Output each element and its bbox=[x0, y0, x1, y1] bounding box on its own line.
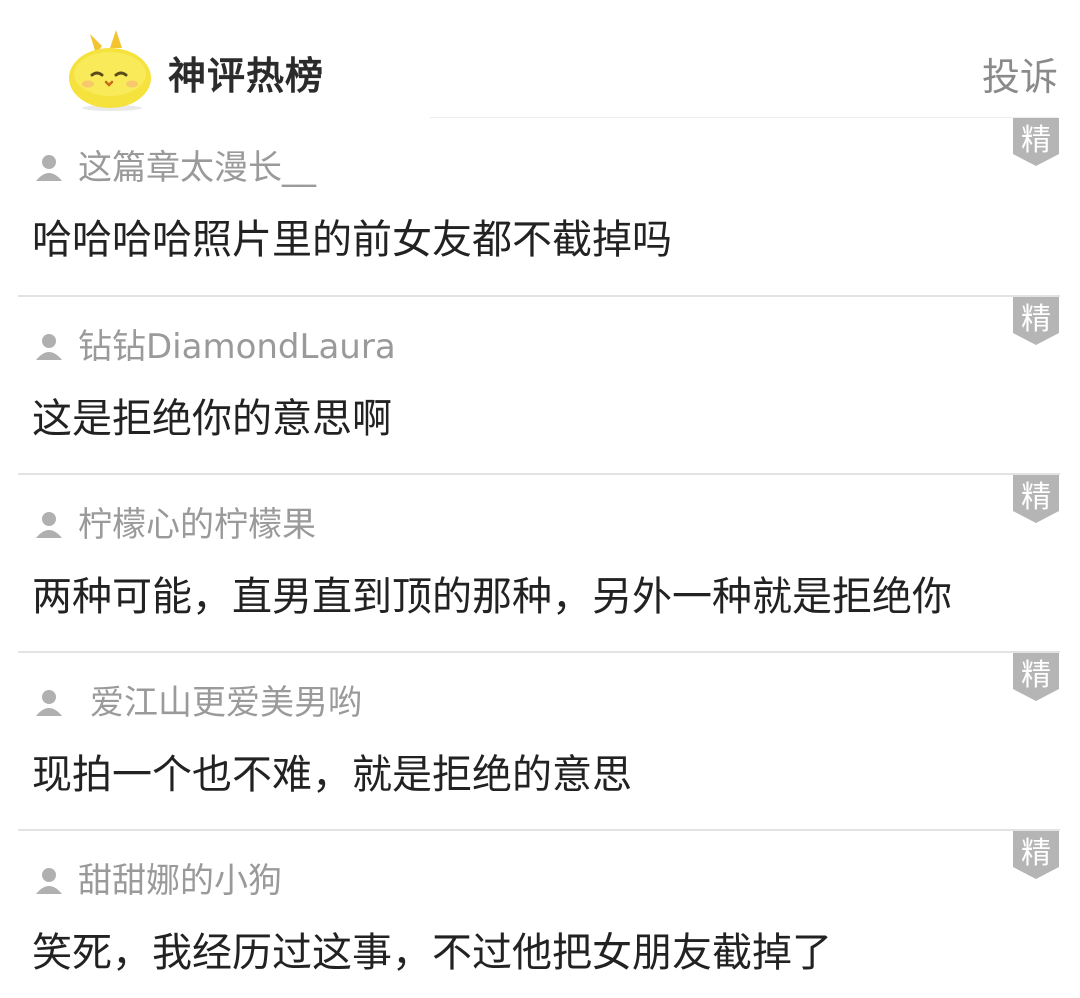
brand-title: 神评热榜 bbox=[168, 54, 325, 98]
svg-text:精: 精 bbox=[1021, 302, 1051, 337]
username: 爱江山更爱美男哟 bbox=[90, 683, 362, 723]
username: 这篇章太漫长__ bbox=[78, 148, 316, 188]
header: 神评热榜 投诉 bbox=[0, 0, 1080, 118]
svg-text:精: 精 bbox=[1021, 836, 1051, 871]
comment-text: 现拍一个也不难，就是拒绝的意思 bbox=[32, 752, 632, 798]
report-button[interactable]: 投诉 bbox=[982, 50, 1058, 104]
svg-text:精: 精 bbox=[1021, 480, 1051, 515]
comment-author[interactable]: 甜甜娜的小狗 bbox=[34, 859, 282, 903]
user-icon bbox=[36, 868, 62, 894]
comment-text: 两种可能，直男直到顶的那种，另外一种就是拒绝你 bbox=[32, 574, 952, 620]
featured-badge: 精 bbox=[1013, 831, 1059, 879]
featured-badge: 精 bbox=[1013, 475, 1059, 523]
comment-text: 笑死，我经历过这事，不过他把女朋友截掉了 bbox=[32, 930, 832, 976]
comment-author[interactable]: 这篇章太漫长__ bbox=[34, 146, 316, 190]
comment-item: 精 柠檬心的柠檬果 两种可能，直男直到顶的那种，另外一种就是拒绝你 bbox=[0, 475, 1080, 653]
comment-author[interactable]: 钻钻DiamondLaura bbox=[34, 325, 396, 369]
username: 钻钻DiamondLaura bbox=[78, 327, 396, 367]
yellow-chick-mascot-icon bbox=[69, 30, 151, 111]
featured-badge: 精 bbox=[1013, 653, 1059, 701]
svg-text:精: 精 bbox=[1021, 658, 1051, 693]
featured-badge: 精 bbox=[1013, 297, 1059, 345]
comment-item: 精 爱江山更爱美男哟 现拍一个也不难，就是拒绝的意思 bbox=[0, 653, 1080, 831]
user-icon bbox=[36, 512, 62, 538]
comment-item: 精 甜甜娜的小狗 笑死，我经历过这事，不过他把女朋友截掉了 bbox=[0, 831, 1080, 998]
username: 柠檬心的柠檬果 bbox=[78, 505, 316, 545]
user-icon bbox=[36, 690, 62, 716]
comment-author[interactable]: 柠檬心的柠檬果 bbox=[34, 503, 316, 547]
svg-text:精: 精 bbox=[1021, 123, 1051, 158]
username: 甜甜娜的小狗 bbox=[78, 861, 282, 901]
user-icon bbox=[36, 155, 62, 181]
featured-badge: 精 bbox=[1013, 118, 1059, 166]
comment-item: 精 这篇章太漫长__ 哈哈哈哈照片里的前女友都不截掉吗 bbox=[0, 118, 1080, 297]
comment-text: 这是拒绝你的意思啊 bbox=[32, 396, 392, 442]
comment-item: 精 钻钻DiamondLaura 这是拒绝你的意思啊 bbox=[0, 297, 1080, 475]
user-icon bbox=[36, 334, 62, 360]
comment-text: 哈哈哈哈照片里的前女友都不截掉吗 bbox=[32, 217, 672, 263]
comment-author[interactable]: 爱江山更爱美男哟 bbox=[34, 681, 362, 725]
